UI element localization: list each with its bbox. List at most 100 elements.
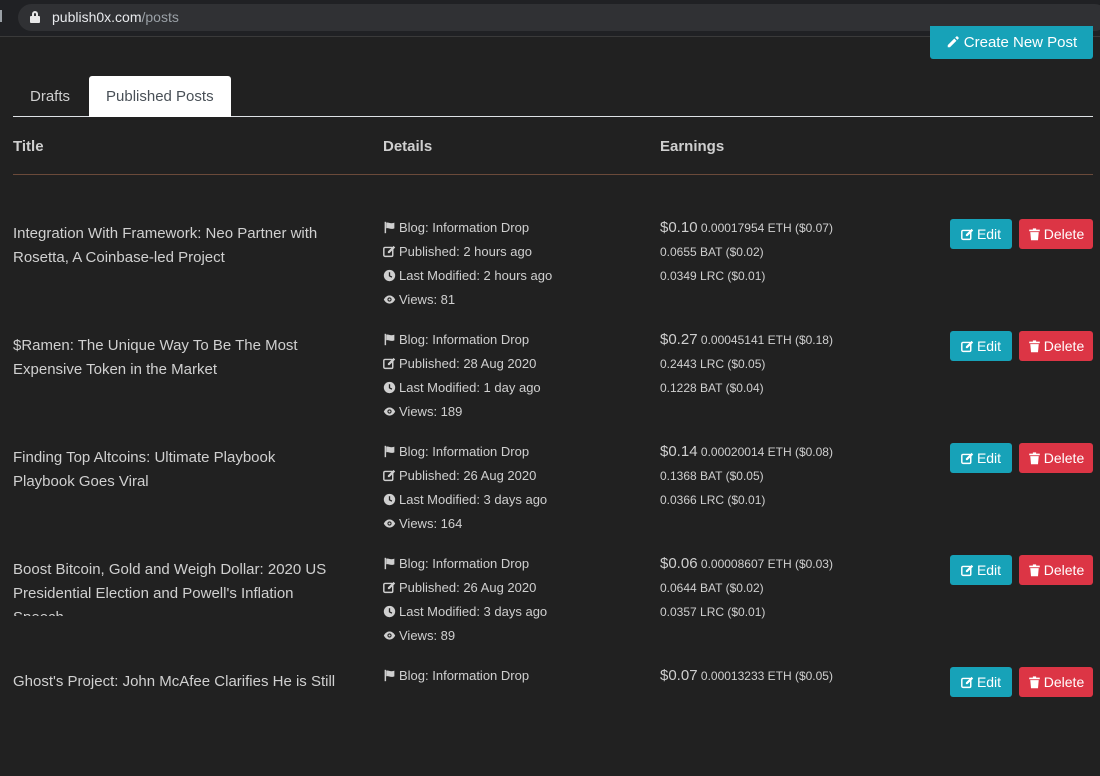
detail-views: Views: 189	[383, 400, 541, 424]
tab-published-posts[interactable]: Published Posts	[89, 76, 231, 117]
edit-post-button[interactable]: Edit	[950, 219, 1012, 249]
create-new-post-label: Create New Post	[963, 34, 1078, 51]
url-text[interactable]: publish0x.com/posts	[52, 9, 179, 26]
modified-date: Last Modified: 1 day ago	[399, 380, 541, 395]
pencil-icon	[947, 36, 959, 48]
detail-modified: Last Modified: 1 day ago	[383, 376, 541, 400]
delete-post-button[interactable]: Delete	[1019, 219, 1093, 249]
flag-icon	[384, 333, 395, 346]
earnings-total: $0.14	[660, 443, 698, 460]
detail-blog: Blog: Information Drop	[383, 216, 552, 240]
post-title[interactable]: Boost Bitcoin, Gold and Weigh Dollar: 20…	[13, 558, 358, 616]
url-path: /posts	[141, 9, 179, 25]
edit-square-icon	[961, 340, 974, 353]
earnings-eth: 0.00020014 ETH ($0.08)	[700, 445, 833, 459]
edit-square-icon	[383, 469, 396, 482]
edit-post-button[interactable]: Edit	[950, 331, 1012, 361]
eye-icon	[383, 631, 396, 640]
earnings-token: 0.1368 BAT ($0.05)	[660, 469, 764, 483]
edit-square-icon	[383, 357, 396, 370]
post-title-line: Boost Bitcoin, Gold and Weigh Dollar: 20…	[13, 561, 327, 578]
earnings-total: $0.10	[660, 219, 698, 236]
post-title[interactable]: Integration With Framework: Neo Partner …	[13, 222, 358, 280]
post-earnings: $0.06 0.00008607 ETH ($0.03) 0.0644 BAT …	[660, 552, 833, 624]
earnings-token: 0.0357 LRC ($0.01)	[660, 605, 766, 619]
published-date: Published: 2 hours ago	[399, 244, 532, 259]
edit-post-button[interactable]: Edit	[950, 443, 1012, 473]
detail-blog: Blog: Information Drop	[383, 328, 541, 352]
detail-modified: Last Modified: 3 days ago	[383, 488, 547, 512]
clock-icon	[383, 493, 396, 506]
modified-date: Last Modified: 3 days ago	[399, 604, 548, 619]
edit-square-icon	[961, 452, 974, 465]
lock-icon[interactable]	[30, 11, 40, 23]
edit-square-icon	[961, 564, 974, 577]
trash-icon	[1028, 340, 1040, 353]
detail-published: Published: 26 Aug 2020	[383, 464, 547, 488]
column-header-earnings: Earnings	[660, 138, 725, 155]
edit-square-icon	[383, 581, 396, 594]
post-tabs: Drafts Published Posts	[13, 76, 1093, 117]
detail-published: Published: 28 Aug 2020	[383, 352, 541, 376]
post-title[interactable]: Ghost's Project: John McAfee Clarifies H…	[13, 670, 358, 728]
delete-label: Delete	[1043, 226, 1085, 242]
trash-icon	[1028, 676, 1040, 689]
earnings-token	[660, 712, 833, 736]
detail-modified: Last Modified: 2 hours ago	[383, 264, 552, 288]
earnings-token: 0.1228 BAT ($0.04)	[660, 381, 764, 395]
published-date: Published: 28 Aug 2020	[399, 356, 537, 371]
detail-views: Views: 81	[383, 288, 552, 312]
detail-published: Published: 26 Aug 2020	[383, 576, 547, 600]
detail-views: Views: 164	[383, 512, 547, 536]
view-count: Views: 164	[399, 516, 463, 531]
earnings-eth: 0.00008607 ETH ($0.03)	[700, 557, 833, 571]
post-details: Blog: Information Drop Published: 26 Aug…	[383, 552, 547, 648]
earnings-token: 0.2443 LRC ($0.05)	[660, 357, 766, 371]
window-edge	[0, 10, 2, 22]
table-row: Integration With Framework: Neo Partner …	[0, 216, 1100, 328]
earnings-token: 0.0366 LRC ($0.01)	[660, 493, 766, 507]
delete-post-button[interactable]: Delete	[1019, 667, 1093, 697]
post-earnings: $0.27 0.00045141 ETH ($0.18) 0.2443 LRC …	[660, 328, 833, 400]
column-header-title: Title	[13, 138, 44, 155]
post-title-line: Integration With Framework: Neo Partner …	[13, 225, 318, 242]
earnings-total: $0.27	[660, 331, 698, 348]
published-date: Published: 26 Aug 2020	[399, 468, 537, 483]
view-count: Views: 81	[399, 292, 456, 307]
earnings-eth: 0.00045141 ETH ($0.18)	[700, 333, 833, 347]
post-details: Blog: Information Drop	[383, 664, 529, 760]
create-new-post-button[interactable]: Create New Post	[930, 26, 1093, 59]
view-count: Views: 89	[399, 628, 456, 643]
detail-blog: Blog: Information Drop	[383, 440, 547, 464]
edit-label: Edit	[976, 450, 1002, 466]
trash-icon	[1028, 452, 1040, 465]
edit-label: Edit	[976, 226, 1002, 242]
post-title-line: Expensive Token in the Market	[13, 361, 218, 378]
blog-name: Blog: Information Drop	[399, 444, 530, 459]
post-earnings: $0.07 0.00013233 ETH ($0.05)	[660, 664, 833, 736]
tab-drafts[interactable]: Drafts	[13, 76, 87, 117]
flag-icon	[384, 669, 395, 682]
edit-post-button[interactable]: Edit	[950, 667, 1012, 697]
table-row: Finding Top Altcoins: Ultimate Playbook P…	[0, 440, 1100, 552]
blog-name: Blog: Information Drop	[399, 668, 530, 683]
delete-post-button[interactable]: Delete	[1019, 443, 1093, 473]
delete-post-button[interactable]: Delete	[1019, 331, 1093, 361]
detail-blog: Blog: Information Drop	[383, 552, 547, 576]
post-title-line: $Ramen: The Unique Way To Be The Most	[13, 337, 298, 354]
earnings-main: $0.07 0.00013233 ETH ($0.05)	[660, 664, 833, 688]
post-details: Blog: Information Drop Published: 28 Aug…	[383, 328, 541, 424]
post-title[interactable]: Finding Top Altcoins: Ultimate Playbook P…	[13, 446, 358, 504]
edit-post-button[interactable]: Edit	[950, 555, 1012, 585]
url-domain: publish0x.com	[52, 9, 142, 25]
flag-icon	[384, 445, 395, 458]
earnings-eth: 0.00017954 ETH ($0.07)	[700, 221, 833, 235]
post-title[interactable]: $Ramen: The Unique Way To Be The Most Exp…	[13, 334, 358, 392]
delete-label: Delete	[1043, 562, 1085, 578]
trash-icon	[1028, 228, 1040, 241]
header-divider	[13, 174, 1093, 175]
detail-published: Published: 2 hours ago	[383, 240, 552, 264]
delete-post-button[interactable]: Delete	[1019, 555, 1093, 585]
modified-date: Last Modified: 3 days ago	[399, 492, 548, 507]
edit-square-icon	[961, 228, 974, 241]
